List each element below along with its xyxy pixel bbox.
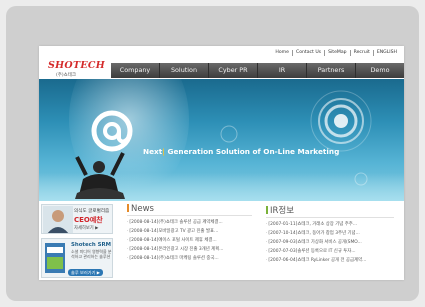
ceo-banner[interactable]: 의식도 글로벌리즘 CEO예찬 자세히보기 ▶ <box>41 204 113 234</box>
nav-cyber-pr[interactable]: Cyber PR <box>209 63 258 78</box>
shotech-logo[interactable]: SHOTECH <box>48 60 105 71</box>
ir-bar-icon <box>266 206 268 214</box>
at-symbol-icon <box>91 110 133 152</box>
ir-title: IR정보 <box>270 206 295 216</box>
news-divider <box>127 215 252 216</box>
logo-subtitle: (주)쇼테크 <box>56 73 77 78</box>
srm-title: Shotech SRM <box>71 242 111 248</box>
contact-link[interactable]: Contact Us <box>293 50 326 56</box>
srm-banner[interactable]: Shotech SRM 소셜 미디어 영향력을 분석하고 관리하는 솔루션 솔루… <box>41 238 113 278</box>
news-bar-icon <box>127 204 129 212</box>
ir-item[interactable]: [2007-10-14]쇼테크, 동아가 창업 3주년 기념... <box>266 229 394 238</box>
nav-demo[interactable]: Demo <box>356 63 404 78</box>
srm-button[interactable]: 솔루 보러가기 ▶ <box>68 269 103 276</box>
srm-book-icon <box>45 243 65 273</box>
ir-item[interactable]: [2007-09-03]쇼테크 가상화 서비스 공개(SMO... <box>266 238 394 247</box>
meditating-person-icon <box>75 152 125 199</box>
ir-item[interactable]: [2007-01-11]쇼테크, 거래소 상장 기념 주주... <box>266 220 394 229</box>
ir-item[interactable]: [2007-07-03]솔루션 등록으로 IT 신규 투자... <box>266 247 394 256</box>
recruit-link[interactable]: Recruit <box>351 50 374 56</box>
news-item[interactable]: [2008-08-14](주)쇼테크 마케팅 솔루션 중국... <box>127 254 252 263</box>
ir-heading: IR정보 <box>266 204 394 216</box>
english-link[interactable]: ENGLISH <box>374 50 400 56</box>
hero-illustration <box>75 90 372 199</box>
news-item[interactable]: [2008-08-14]에이스 포털 사이트 제휴 체결... <box>127 236 252 245</box>
nav-solution[interactable]: Solution <box>160 63 209 78</box>
ir-item[interactable]: [2007-06-04]쇼테크 RyLinker 공개 전 공급계약... <box>266 256 394 265</box>
sitemap-link[interactable]: SiteMap <box>325 50 351 56</box>
hero-banner: Next| Generation Solution of On-Line Mar… <box>39 79 404 201</box>
utility-links: Home Contact Us SiteMap Recruit ENGLISH <box>272 50 400 56</box>
news-title: News <box>131 204 154 214</box>
nav-ir[interactable]: IR <box>258 63 307 78</box>
background-frame: Home Contact Us SiteMap Recruit ENGLISH … <box>6 6 419 301</box>
hero-tagline: Next| Generation Solution of On-Line Mar… <box>143 147 339 156</box>
home-link[interactable]: Home <box>272 50 293 56</box>
ceo-more-link[interactable]: 자세히보기 ▶ <box>74 225 98 231</box>
ir-panel: IR정보 [2007-01-11]쇼테크, 거래소 상장 기념 주주... [2… <box>266 204 394 280</box>
ceo-top-text: 의식도 글로벌리즘 <box>74 209 110 214</box>
news-list: [2008-08-14](주)쇼테크 솔루션 공급 계약체결... [2008-… <box>127 218 252 263</box>
news-panel: News [2008-08-14](주)쇼테크 솔루션 공급 계약체결... [… <box>127 204 252 280</box>
nav-partners[interactable]: Partners <box>307 63 356 78</box>
news-item[interactable]: [2008-08-14]모바일광고 TV 광고 진출 발표... <box>127 227 252 236</box>
ir-divider <box>266 217 394 218</box>
ceo-photo-icon <box>43 206 73 233</box>
tagline-rest: Generation Solution of On-Line Marketing <box>164 147 340 156</box>
news-item[interactable]: [2008-08-14]온라인광고 시장 진출 3개년 계획... <box>127 245 252 254</box>
ir-list: [2007-01-11]쇼테크, 거래소 상장 기념 주주... [2007-1… <box>266 220 394 265</box>
concentric-rings-icon <box>310 90 372 152</box>
news-heading: News <box>127 204 252 214</box>
srm-description: 소셜 미디어 영향력을 분석하고 관리하는 솔루션 <box>71 249 112 259</box>
news-item[interactable]: [2008-08-14](주)쇼테크 솔루션 공급 계약체결... <box>127 218 252 227</box>
main-nav: Company Solution Cyber PR IR Partners De… <box>111 63 404 78</box>
ceo-title: CEO예찬 <box>74 216 103 224</box>
tagline-prefix: Next <box>143 147 163 156</box>
nav-company[interactable]: Company <box>111 63 160 78</box>
website-screenshot: Home Contact Us SiteMap Recruit ENGLISH … <box>39 46 404 280</box>
